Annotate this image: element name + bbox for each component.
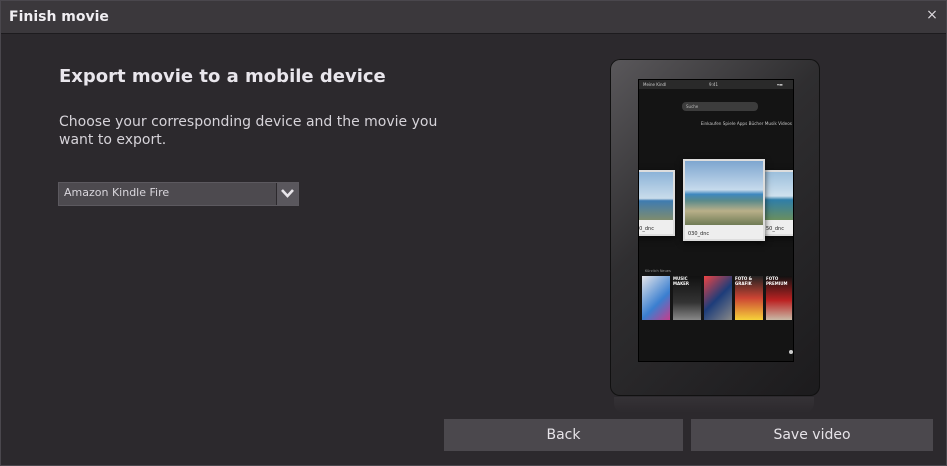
close-icon[interactable]: × xyxy=(924,7,940,23)
app-tile: MUSIC MAKER xyxy=(673,276,701,320)
app-shelf: MUSIC MAKER FOTO & GRAFIK FOTO PREMIUM xyxy=(642,276,792,320)
photo-left: 50_dnc xyxy=(639,170,675,236)
device-tabs: Einkaufen Spiele Apps Bücher Musik Video… xyxy=(700,121,792,126)
app-tile xyxy=(704,276,732,320)
device-preview: Meine Kindl 9:41 ▾▬ Suche Einkaufen Spie… xyxy=(606,59,824,413)
photo-caption: 50_dnc xyxy=(766,226,784,232)
wifi-icon: ▾▬ xyxy=(777,82,783,87)
dialog-title: Finish movie xyxy=(9,9,109,25)
app-tile: FOTO & GRAFIK xyxy=(735,276,763,320)
device-select-value: Amazon Kindle Fire xyxy=(64,186,170,199)
home-dot-icon xyxy=(789,350,793,354)
back-button[interactable]: Back xyxy=(444,419,683,451)
photo-carousel: 50_dnc 50_dnc 030_dnc xyxy=(639,159,793,260)
description-text: Choose your corresponding device and the… xyxy=(59,114,438,148)
save-video-button[interactable]: Save video xyxy=(691,419,933,451)
tablet-reflection xyxy=(614,397,814,413)
kindle-fire-image: Meine Kindl 9:41 ▾▬ Suche Einkaufen Spie… xyxy=(610,59,820,396)
status-time: 9:41 xyxy=(709,82,718,87)
photo-caption: 030_dnc xyxy=(688,231,710,237)
finish-movie-dialog: Finish movie × Export movie to a mobile … xyxy=(0,0,947,466)
chevron-down-icon[interactable] xyxy=(276,183,298,205)
title-bar: Finish movie × xyxy=(1,1,946,34)
photo-center: 030_dnc xyxy=(683,159,765,241)
status-left: Meine Kindl xyxy=(643,82,667,87)
app-tile xyxy=(642,276,670,320)
page-heading: Export movie to a mobile device xyxy=(59,66,386,87)
photo-caption: 50_dnc xyxy=(639,226,654,232)
device-select[interactable]: Amazon Kindle Fire xyxy=(58,182,299,206)
device-screen: Meine Kindl 9:41 ▾▬ Suche Einkaufen Spie… xyxy=(638,79,794,362)
device-search-bar: Suche xyxy=(682,102,758,111)
shelf-label: Kürzlich Neues xyxy=(645,269,671,273)
photo-right: 50_dnc xyxy=(761,170,793,236)
device-status-bar: Meine Kindl 9:41 ▾▬ xyxy=(639,80,793,89)
app-tile: FOTO PREMIUM xyxy=(766,276,792,320)
